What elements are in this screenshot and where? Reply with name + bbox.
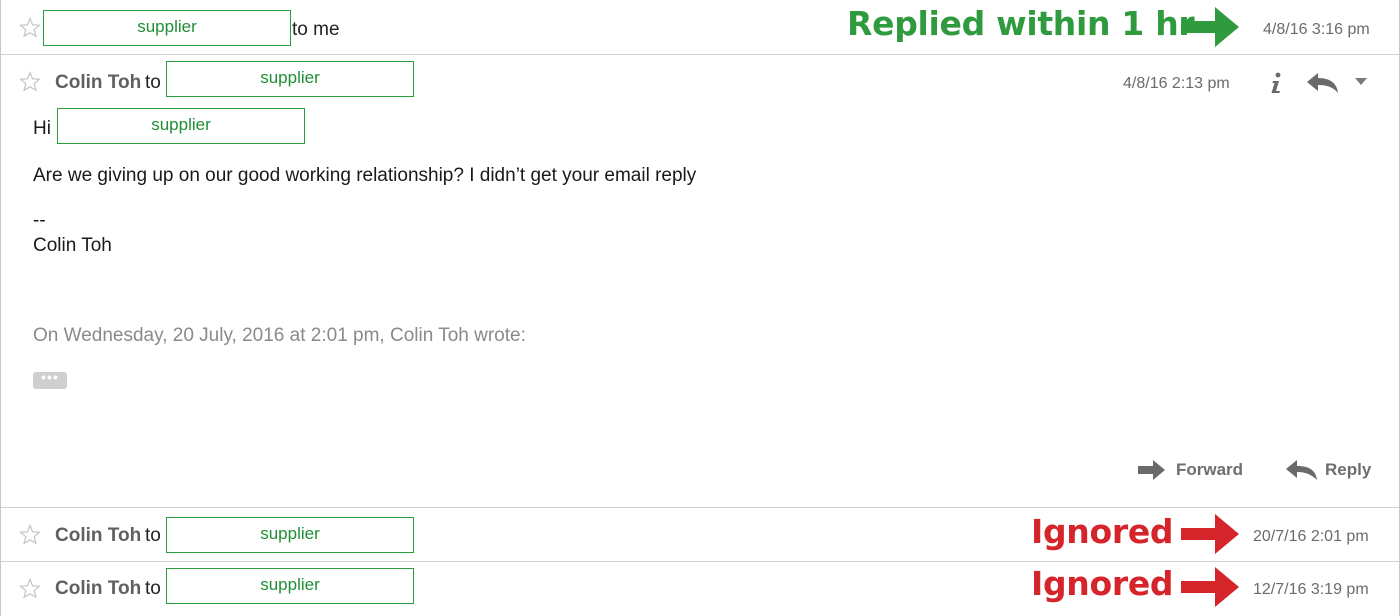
- star-icon[interactable]: [18, 16, 42, 40]
- reply-label: Reply: [1325, 460, 1372, 479]
- sender-name: Colin Toh: [55, 578, 142, 599]
- reply-button[interactable]: Reply: [1286, 459, 1381, 483]
- redacted-recipient-box: supplier: [43, 10, 291, 46]
- greeting: Hi: [33, 118, 51, 139]
- signature-separator: --: [33, 210, 46, 231]
- email-thread: supplier to me Replied within 1 hr 4/8/1…: [0, 0, 1400, 616]
- redacted-recipient-box: supplier: [166, 61, 414, 97]
- message-date: 20/7/16 2:01 pm: [1253, 528, 1369, 545]
- message-date: 4/8/16 3:16 pm: [1263, 21, 1370, 38]
- sender-name: Colin Toh: [55, 525, 142, 546]
- info-icon[interactable]: [1267, 71, 1285, 95]
- reply-icon: [1286, 460, 1317, 480]
- annotation-ignored: Ignored: [1031, 564, 1174, 603]
- reply-icon[interactable]: [1306, 71, 1340, 95]
- star-icon[interactable]: [18, 577, 42, 601]
- message-row-supplier-reply[interactable]: supplier to me Replied within 1 hr 4/8/1…: [0, 0, 1400, 55]
- to-me-label: to me: [292, 19, 340, 40]
- signature-name: Colin Toh: [33, 235, 112, 256]
- redacted-greeting-recipient: supplier: [57, 108, 305, 144]
- to-label: to: [145, 578, 161, 599]
- annotation-ignored: Ignored: [1031, 512, 1174, 551]
- annotation-replied: Replied within 1 hr: [847, 4, 1195, 43]
- red-arrow-icon: [1179, 565, 1241, 609]
- sender-name[interactable]: Colin Toh: [55, 72, 141, 94]
- message-row-ignored[interactable]: Colin Toh to supplier Ignored 12/7/16 3:…: [0, 562, 1400, 616]
- redacted-recipient-box: supplier: [166, 568, 414, 604]
- star-icon[interactable]: [18, 523, 42, 547]
- message-date: 4/8/16 2:13 pm: [1123, 75, 1230, 92]
- to-label: to: [145, 72, 161, 93]
- body-paragraph: Are we giving up on our good working rel…: [33, 165, 697, 186]
- chevron-down-icon[interactable]: [1354, 77, 1368, 87]
- star-icon[interactable]: [18, 70, 42, 94]
- quoted-header: On Wednesday, 20 July, 2016 at 2:01 pm, …: [33, 325, 526, 346]
- message-row-ignored[interactable]: Colin Toh to supplier Ignored 20/7/16 2:…: [0, 508, 1400, 562]
- forward-label: Forward: [1176, 460, 1244, 479]
- to-label: to: [145, 525, 161, 546]
- show-quoted-text-button[interactable]: •••: [33, 370, 67, 389]
- message-expanded: Colin Toh to supplier 4/8/16 2:13 pm Hi …: [0, 55, 1400, 508]
- message-date: 12/7/16 3:19 pm: [1253, 581, 1369, 598]
- redacted-recipient-box: supplier: [166, 517, 414, 553]
- green-arrow-icon: [1179, 5, 1241, 49]
- forward-button[interactable]: Forward: [1138, 459, 1248, 483]
- forward-icon: [1138, 460, 1165, 480]
- red-arrow-icon: [1179, 512, 1241, 556]
